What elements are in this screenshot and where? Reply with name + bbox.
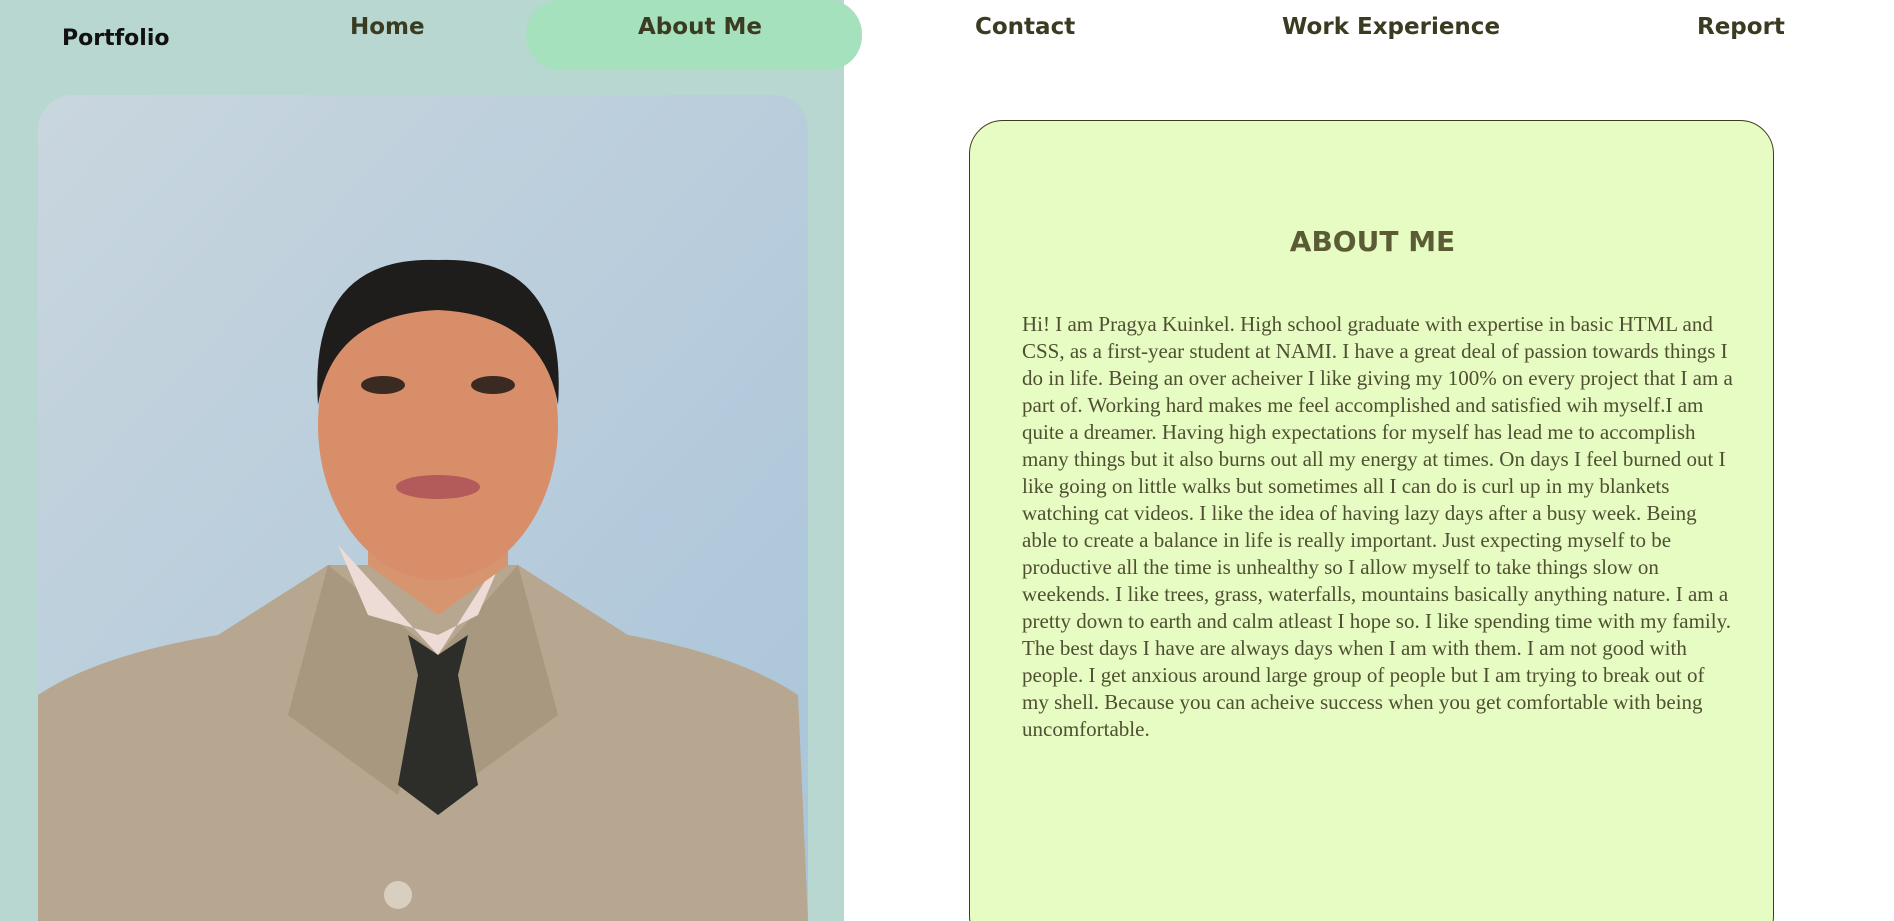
nav-report[interactable]: Report [1697, 14, 1785, 54]
nav-about-me[interactable]: About Me [638, 14, 762, 54]
brand-logo-text[interactable]: Portfolio [62, 26, 170, 51]
nav-home[interactable]: Home [350, 14, 425, 54]
about-card: ABOUT ME Hi! I am Pragya Kuinkel. High s… [969, 120, 1774, 921]
about-heading: ABOUT ME [1289, 225, 1456, 258]
nav-contact[interactable]: Contact [975, 14, 1075, 54]
portrait-illustration [38, 95, 808, 921]
nav-work-experience[interactable]: Work Experience [1282, 14, 1500, 54]
about-body-text: Hi! I am Pragya Kuinkel. High school gra… [1022, 312, 1733, 741]
profile-photo [38, 95, 808, 921]
